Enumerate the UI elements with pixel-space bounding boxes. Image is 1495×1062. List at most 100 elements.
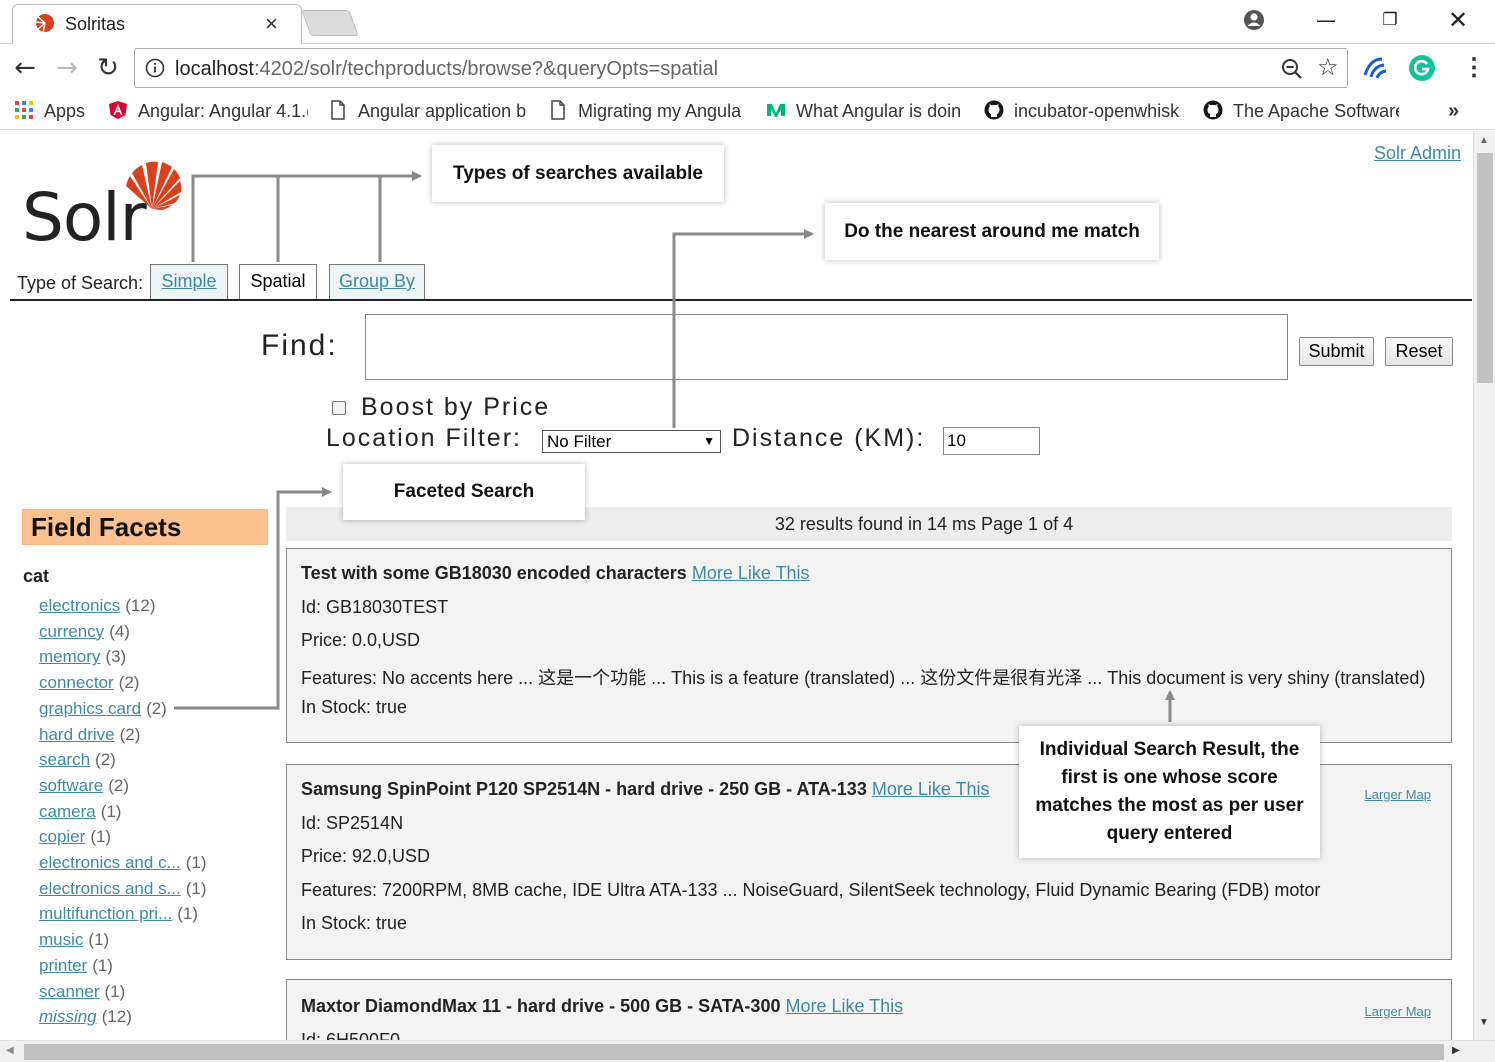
boost-checkbox[interactable] [332, 401, 346, 415]
bookmark-what-angular[interactable]: What Angular is doin [766, 100, 964, 124]
bookmark-openwhisk[interactable]: incubator-openwhisk [984, 100, 1184, 124]
bookmark-angular-application[interactable]: Angular application b [328, 100, 528, 124]
scroll-left-icon[interactable]: ◀ [6, 1045, 14, 1056]
close-window-icon[interactable]: ✕ [1438, 6, 1478, 34]
bookmark-migrating[interactable]: Migrating my Angula [548, 100, 746, 124]
facet-link[interactable]: electronics [39, 596, 120, 615]
solr-admin-link[interactable]: Solr Admin [1374, 143, 1461, 164]
facet-link[interactable]: graphics card [39, 699, 141, 718]
more-like-this-link[interactable]: More Like This [872, 779, 990, 799]
result-price: Price: 92.0,USD [301, 846, 431, 866]
scroll-up-icon[interactable]: ▲ [1479, 135, 1489, 146]
result-title-text: Maxtor DiamondMax 11 - hard drive - 500 … [301, 996, 781, 1016]
more-like-this-link[interactable]: More Like This [692, 563, 810, 583]
facet-link[interactable]: software [39, 776, 103, 795]
bookmark-apps[interactable]: Apps [14, 100, 85, 124]
reload-icon[interactable]: ↻ [91, 51, 125, 85]
github-icon [1203, 100, 1223, 120]
info-icon[interactable] [145, 58, 165, 78]
facet-item: search (2) [39, 750, 116, 770]
facet-field-name: cat [23, 566, 50, 586]
browser-tab-active[interactable]: Solritas × [12, 4, 302, 44]
larger-map-link[interactable]: Larger Map [1365, 787, 1431, 802]
facet-count: (1) [185, 878, 207, 898]
more-like-this-link[interactable]: More Like This [785, 996, 903, 1016]
facet-link[interactable]: scanner [39, 982, 99, 1001]
facet-count: (3) [105, 647, 127, 667]
facet-link[interactable]: hard drive [39, 725, 115, 744]
facet-link[interactable]: search [39, 750, 90, 769]
page-content: Solr Admin Solr Type of Search: Simple S… [0, 131, 1473, 1040]
reset-button[interactable]: Reset [1385, 337, 1453, 366]
facet-item: multifunction pri... (1) [39, 904, 198, 924]
extension-wave-icon[interactable] [1362, 55, 1390, 81]
angular-icon [109, 101, 127, 119]
field-facets-header: Field Facets [22, 509, 268, 545]
more-bookmarks-icon[interactable]: » [1448, 100, 1459, 124]
facet-count: (12) [101, 1007, 132, 1027]
result-stock: In Stock: true [301, 913, 408, 933]
bookmarks-bar: Apps Angular: Angular 4.1.( Angular appl… [0, 92, 1495, 130]
distance-input[interactable] [943, 427, 1040, 455]
bookmark-label: Migrating my Angula [578, 101, 742, 121]
bookmark-angular[interactable]: Angular: Angular 4.1.( [108, 100, 308, 124]
facet-link[interactable]: memory [39, 647, 100, 666]
facet-link[interactable]: printer [39, 956, 87, 975]
result-id: Id: GB18030TEST [301, 597, 449, 617]
back-icon[interactable]: ← [8, 51, 42, 85]
facet-link[interactable]: music [39, 930, 83, 949]
facet-link[interactable]: electronics and s... [39, 879, 181, 898]
location-filter-select[interactable]: No Filter ▼ [542, 430, 721, 453]
facet-count: (1) [100, 801, 122, 821]
new-tab-button[interactable] [301, 10, 359, 36]
vertical-scroll-thumb[interactable] [1477, 153, 1493, 383]
tab-spatial[interactable]: Spatial [239, 264, 317, 301]
horizontal-scroll-thumb[interactable] [24, 1044, 1444, 1060]
facet-link[interactable]: copier [39, 827, 85, 846]
grammarly-icon[interactable] [1408, 54, 1436, 82]
browser-toolbar: ← → ↻ localhost:4202/solr/techproducts/b… [0, 45, 1495, 91]
forward-icon[interactable]: → [50, 51, 84, 85]
annotation-individual-result: Individual Search Result, the first is o… [1019, 726, 1320, 858]
facet-count: (4) [109, 621, 130, 641]
facet-count: (1) [104, 981, 126, 1001]
facet-link[interactable]: connector [39, 673, 114, 692]
facet-link[interactable]: currency [39, 622, 104, 641]
annotation-search-types: Types of searches available [432, 145, 724, 202]
find-input[interactable] [365, 314, 1288, 380]
tab-group-by[interactable]: Group By [329, 264, 425, 300]
vertical-scrollbar[interactable]: ▲ ▼ [1473, 131, 1495, 1040]
annotation-faceted-search: Faceted Search [343, 464, 585, 520]
url-text[interactable]: localhost:4202/solr/techproducts/browse?… [175, 58, 718, 81]
facet-count: (1) [92, 955, 113, 975]
bookmark-star-icon[interactable]: ☆ [1317, 53, 1339, 81]
facet-count: (1) [90, 827, 112, 847]
bookmark-apache[interactable]: The Apache Software [1203, 100, 1399, 124]
facet-link[interactable]: multifunction pri... [39, 904, 172, 923]
result-title: Maxtor DiamondMax 11 - hard drive - 500 … [301, 996, 903, 1017]
facet-item: hard drive (2) [39, 725, 140, 745]
larger-map-link[interactable]: Larger Map [1365, 1004, 1431, 1019]
result-features: Features: No accents here ... 这是一个功能 ...… [301, 668, 1426, 688]
facet-item: graphics card (2) [39, 699, 167, 719]
facet-count: (1) [177, 904, 199, 924]
tab-group-by-label: Group By [332, 265, 422, 297]
profile-icon[interactable] [1242, 8, 1266, 32]
menu-dots-icon[interactable]: ⋮ [1462, 53, 1486, 82]
horizontal-scrollbar[interactable]: ◀ ▶ [0, 1040, 1495, 1062]
facet-link[interactable]: camera [39, 802, 96, 821]
tab-simple[interactable]: Simple [150, 264, 228, 300]
restore-icon[interactable]: ❐ [1370, 6, 1410, 34]
scroll-down-icon[interactable]: ▼ [1479, 1017, 1489, 1028]
submit-button[interactable]: Submit [1299, 337, 1374, 366]
result-stock: In Stock: true [301, 697, 408, 717]
minimize-icon[interactable]: — [1306, 6, 1346, 34]
search-result: Test with some GB18030 encoded character… [286, 548, 1452, 743]
address-bar[interactable]: localhost:4202/solr/techproducts/browse?… [134, 48, 1348, 88]
facet-link[interactable]: missing [39, 1007, 97, 1026]
zoom-icon[interactable] [1281, 58, 1303, 80]
scroll-right-icon[interactable]: ▶ [1452, 1045, 1460, 1056]
facet-link[interactable]: electronics and c... [39, 853, 181, 872]
result-price: Price: 0.0,USD [301, 630, 421, 650]
tab-close-icon[interactable]: × [265, 11, 278, 37]
